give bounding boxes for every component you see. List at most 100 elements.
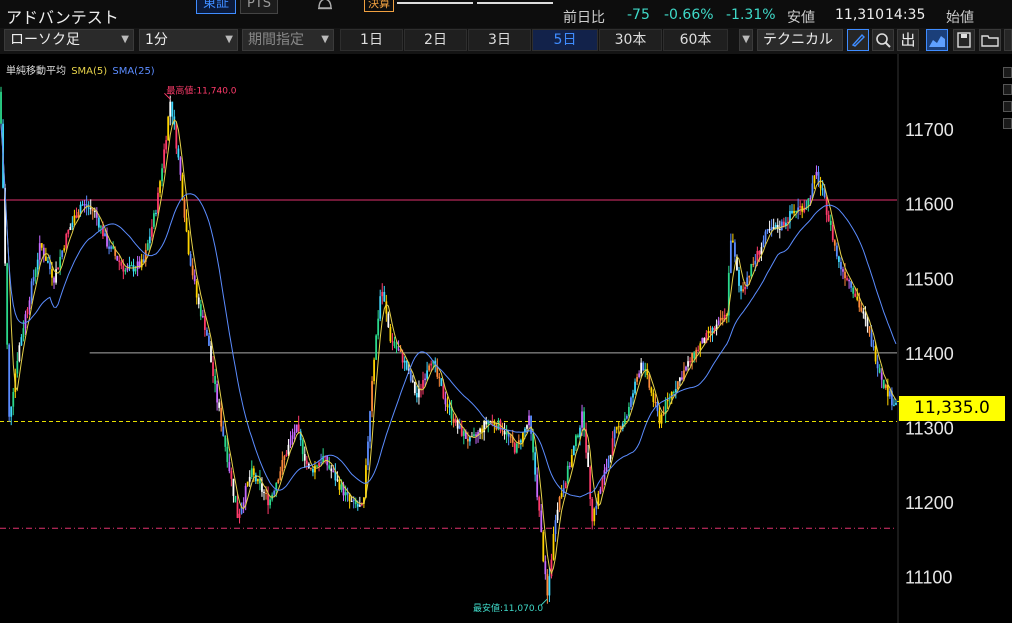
scale-auto-button[interactable] — [1003, 118, 1012, 129]
candle-body — [0, 91, 2, 124]
candle-body — [613, 429, 616, 439]
candle-body — [191, 265, 194, 276]
candle-body — [330, 468, 333, 472]
candle-body — [729, 240, 732, 273]
candle-body — [136, 261, 139, 270]
technical-button[interactable]: テクニカル — [757, 29, 843, 51]
candle-body — [884, 384, 887, 388]
candle-body — [440, 378, 443, 386]
sma-legend: 単純移動平均 SMA(5) SMA(25) — [6, 62, 157, 77]
chart-type-select[interactable]: ローソク足 ▼ — [4, 29, 134, 51]
interval-select[interactable]: 1分 ▼ — [139, 29, 238, 51]
candle-body — [356, 504, 359, 507]
candle-body — [731, 240, 734, 243]
candle-body — [148, 236, 151, 244]
candle-body — [22, 328, 25, 338]
candle-body — [611, 438, 614, 456]
candle-body — [674, 389, 677, 393]
candle-body — [848, 280, 850, 282]
candle-body — [413, 381, 416, 394]
info-underline — [397, 2, 473, 4]
candle-body — [770, 227, 773, 231]
candle-body — [104, 233, 106, 237]
candle-body — [566, 465, 569, 483]
candle-body — [878, 368, 881, 373]
candle-body — [685, 366, 687, 371]
price-chart[interactable]: 最高値:11,740.0 最安値:11,070.0 11700 11600 11500… — [0, 54, 1012, 623]
legend-title: 単純移動平均 — [6, 66, 66, 77]
range-tab-30bars[interactable]: 30本 — [599, 29, 662, 51]
candle-body — [438, 376, 441, 379]
range-more-button[interactable]: ▼ — [739, 29, 753, 51]
candle-body — [318, 462, 320, 467]
candle-body — [387, 313, 390, 328]
candle-body — [442, 385, 445, 399]
candle-body — [40, 243, 43, 248]
candle-body — [216, 383, 219, 403]
candle-body — [358, 505, 361, 507]
range-tab-1d[interactable]: 1日 — [340, 29, 403, 51]
candle-body — [650, 387, 653, 393]
candle-body — [350, 500, 353, 502]
candle-body — [397, 348, 400, 351]
sma25-line — [0, 123, 897, 498]
candle-body — [220, 407, 223, 427]
candle-body — [314, 465, 316, 473]
more-icon[interactable] — [1004, 29, 1012, 51]
candle-body — [791, 211, 793, 214]
candle-body — [47, 260, 49, 263]
interval-value: 1分 — [145, 32, 168, 48]
candle-body — [10, 406, 13, 417]
scale-minus-button[interactable] — [1003, 84, 1012, 95]
candle-body — [153, 213, 155, 227]
zoom-icon[interactable] — [872, 29, 894, 51]
candle-body — [560, 493, 563, 498]
candle-body — [764, 231, 767, 241]
y-tick-label: 11400 — [905, 344, 954, 364]
range-tab-60bars[interactable]: 60本 — [663, 29, 728, 51]
earnings-badge[interactable]: 決算 — [364, 0, 394, 12]
candle-body — [583, 411, 585, 430]
exchange-tab-pts[interactable]: PTS — [240, 0, 279, 14]
candle-body — [83, 204, 86, 206]
candle-body — [617, 426, 620, 428]
candle-body — [446, 404, 449, 407]
export-button[interactable]: 出 — [897, 29, 919, 51]
pen-icon[interactable] — [847, 29, 869, 51]
candle-body — [51, 269, 53, 278]
range-tab-5d[interactable]: 5日 — [532, 29, 598, 51]
candle-body — [163, 149, 166, 169]
high-label: 最高値:11,740.0 — [166, 84, 236, 96]
candle-body — [717, 320, 720, 325]
candle-body — [870, 333, 873, 347]
candle-body — [638, 373, 641, 378]
candle-body — [734, 242, 736, 257]
folder-icon[interactable] — [979, 29, 1001, 51]
candle-body — [100, 226, 102, 228]
candle-body — [8, 344, 11, 417]
candle-body — [719, 317, 722, 321]
range-tab-2d[interactable]: 2日 — [404, 29, 467, 51]
candle-body — [721, 317, 724, 320]
exchange-tab-tse[interactable]: 東証 — [196, 0, 237, 14]
candle-body — [385, 301, 388, 314]
candle-body — [652, 392, 655, 403]
scale-plus-button[interactable] — [1003, 67, 1012, 78]
candle-body — [79, 204, 82, 212]
scale-reset-button[interactable] — [1003, 101, 1012, 112]
area-chart-icon[interactable] — [926, 29, 948, 51]
candle-body — [36, 259, 39, 270]
candle-body — [189, 254, 192, 266]
save-icon[interactable] — [953, 29, 975, 51]
candle-body — [703, 338, 706, 343]
period-select[interactable]: 期間指定 ▼ — [242, 29, 334, 51]
candle-body — [503, 431, 506, 435]
candle-body — [195, 281, 198, 298]
candle-body — [509, 436, 512, 438]
range-tab-3d[interactable]: 3日 — [468, 29, 531, 51]
candle-body — [218, 402, 221, 408]
chevron-down-icon: ▼ — [225, 34, 233, 45]
candle-body — [73, 215, 76, 223]
alert-bell-icon[interactable] — [315, 0, 335, 12]
candle-body — [548, 576, 551, 596]
